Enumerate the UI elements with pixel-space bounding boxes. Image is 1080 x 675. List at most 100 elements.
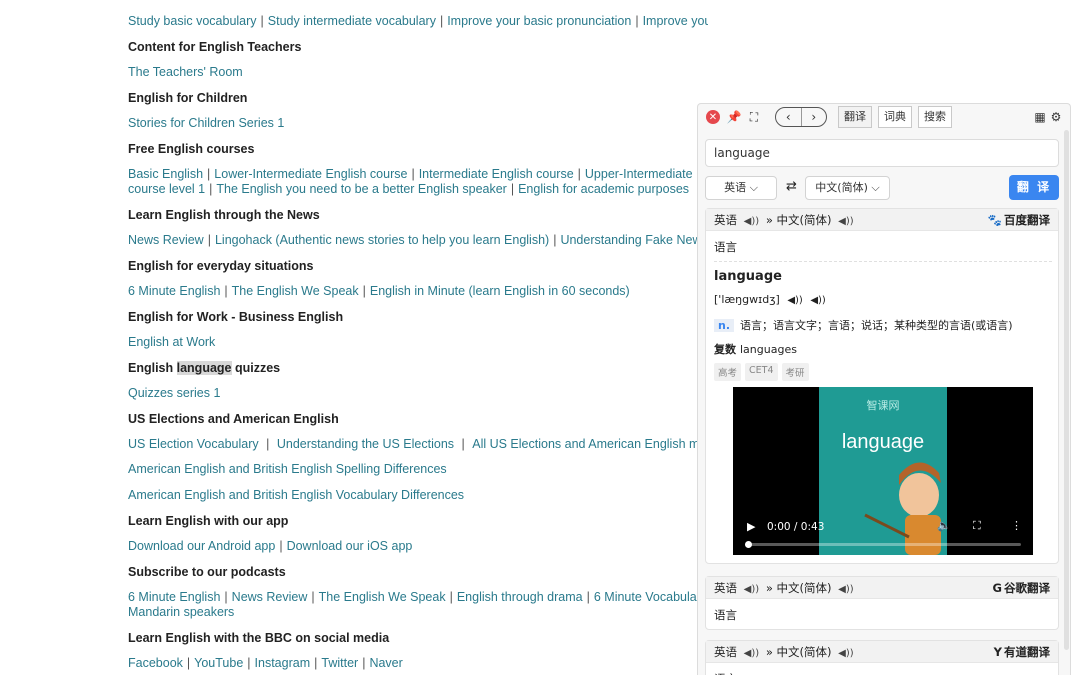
content-link[interactable]: The English We Speak — [232, 284, 359, 298]
content-link[interactable]: Study intermediate vocabulary — [268, 14, 436, 28]
content-link[interactable]: The English We Speak — [319, 590, 446, 604]
exam-tag: CET4 — [745, 363, 778, 381]
content-link[interactable]: English in Minute (learn English in 60 s… — [370, 284, 630, 298]
target-lang-label: 中文(简体) — [776, 213, 832, 227]
provider-label[interactable]: G 谷歌翻译 — [993, 577, 1050, 599]
speaker-icon[interactable]: ◀)) — [744, 216, 760, 227]
link-list: The Teachers' Room — [128, 65, 243, 80]
video-controls: ▶ 0:00 / 0:43 🔈 ⛶ ⋮ — [733, 511, 1033, 555]
exam-tag: 考研 — [781, 363, 809, 381]
link-list: American English and British English Voc… — [128, 488, 464, 503]
expand-icon[interactable]: ⛶ — [746, 109, 762, 125]
content-link[interactable]: Intermediate English course — [419, 167, 574, 181]
content-link[interactable]: Quizzes series 1 — [128, 386, 220, 400]
link-separator: | — [411, 167, 415, 181]
speaker-icon[interactable]: ◀)) — [787, 295, 803, 306]
swap-icon[interactable]: ⇄ — [786, 179, 797, 194]
content-link[interactable]: English at Work — [128, 335, 215, 349]
section-heading: Subscribe to our podcasts — [128, 565, 286, 579]
link-separator: | — [224, 284, 228, 298]
speaker-icon[interactable]: ◀)) — [838, 216, 854, 227]
arrow-label: » — [765, 213, 773, 227]
target-lang-label: 中文(简体) — [776, 645, 832, 659]
provider-name: 百度翻译 — [1004, 213, 1050, 227]
more-options-icon[interactable]: ⋮ — [1011, 519, 1022, 532]
speaker-icon[interactable]: ◀)) — [838, 584, 854, 595]
tab-search[interactable]: 搜索 — [918, 106, 952, 128]
content-link[interactable]: 6 Minute English — [128, 590, 220, 604]
chevron-right-icon[interactable]: › — [802, 108, 827, 126]
link-separator: | — [510, 182, 515, 196]
content-link[interactable]: News Review — [128, 233, 204, 247]
heading-text: English — [128, 361, 177, 375]
link-list: Facebook | YouTube | Instagram | Twitter | Naver — [128, 656, 403, 671]
content-link[interactable]: News Review — [232, 590, 308, 604]
content-link[interactable]: Study basic vocabulary — [128, 14, 257, 28]
close-icon[interactable]: ✕ — [706, 110, 720, 124]
content-link[interactable]: Facebook — [128, 656, 183, 670]
content-link[interactable]: Mandarin speakers — [128, 605, 234, 619]
section-heading: US Elections and American English — [128, 412, 339, 426]
speaker-icon[interactable]: ◀)) — [810, 295, 826, 306]
popup-scrollbar[interactable] — [1064, 130, 1069, 650]
search-input[interactable]: language — [705, 139, 1059, 167]
provider-label[interactable]: Y 有道翻译 — [994, 641, 1050, 663]
translate-button[interactable]: 翻 译 — [1009, 175, 1059, 200]
content-link[interactable]: English for academic purposes — [518, 182, 689, 196]
popup-toolbar: ✕ 📌 ⛶ ‹ › 翻译 词典 搜索 ▦ ⚙ — [698, 104, 1070, 130]
provider-label[interactable]: 🐾 百度翻译 — [988, 209, 1050, 231]
play-icon[interactable]: ▶ — [747, 520, 755, 533]
content-link[interactable]: Upper-Intermediate Engli — [585, 167, 708, 181]
content-link[interactable]: The Teachers' Room — [128, 65, 243, 79]
grid-icon[interactable]: ▦ — [1032, 109, 1048, 125]
video-progress-handle[interactable] — [745, 541, 752, 548]
pin-icon[interactable]: 📌 — [726, 109, 742, 125]
link-separator: | — [186, 656, 191, 670]
content-link[interactable]: Understanding Fake News — [560, 233, 707, 247]
link-separator: | — [207, 167, 211, 181]
content-link[interactable]: US Election Vocabulary — [128, 437, 259, 451]
exam-tag: 高考 — [714, 363, 742, 381]
source-language-select[interactable]: 英语 ⌵ — [705, 176, 777, 200]
pronunciation-video[interactable]: 智课网 language ▶ 0:00 / 0:43 🔈 ⛶ ⋮ — [733, 387, 1033, 555]
fullscreen-icon[interactable]: ⛶ — [973, 519, 981, 533]
chevron-left-icon[interactable]: ‹ — [776, 108, 802, 126]
link-separator: | — [362, 656, 366, 670]
translation-popup: ✕ 📌 ⛶ ‹ › 翻译 词典 搜索 ▦ ⚙ language 英语 ⌵ ⇄ 中… — [697, 103, 1071, 675]
content-link[interactable]: 6 Minute Vocabulary — [594, 590, 707, 604]
content-link[interactable]: Stories for Children Series 1 — [128, 116, 284, 130]
content-link[interactable]: The English you need to be a better Engl… — [216, 182, 506, 196]
content-link[interactable]: YouTube — [194, 656, 243, 670]
content-link[interactable]: 6 Minute English — [128, 284, 220, 298]
content-link[interactable]: Basic English — [128, 167, 203, 181]
section-heading: English for Children — [128, 91, 248, 105]
content-link[interactable]: Understanding the US Elections — [277, 437, 454, 451]
paw-icon: 🐾 — [987, 213, 1002, 227]
content-link[interactable]: American English and British English Spe… — [128, 462, 447, 476]
content-link[interactable]: Improve your intermediate pronunciation — [643, 14, 708, 28]
content-link[interactable]: Download our Android app — [128, 539, 275, 553]
tab-dictionary[interactable]: 词典 — [878, 106, 912, 128]
content-link[interactable]: Improve your basic pronunciation — [447, 14, 631, 28]
content-link[interactable]: Instagram — [255, 656, 311, 670]
video-progress-track[interactable] — [745, 543, 1021, 546]
content-link[interactable]: course level 1 — [128, 182, 205, 196]
link-separator: | — [577, 167, 581, 181]
link-list: American English and British English Spe… — [128, 462, 447, 477]
gear-icon[interactable]: ⚙ — [1048, 109, 1064, 125]
content-link[interactable]: Twitter — [321, 656, 358, 670]
speaker-icon[interactable]: ◀)) — [744, 584, 760, 595]
content-link[interactable]: Naver — [369, 656, 402, 670]
content-link[interactable]: English through drama — [457, 590, 583, 604]
speaker-icon[interactable]: ◀)) — [838, 648, 854, 659]
content-link[interactable]: Download our iOS app — [287, 539, 413, 553]
target-language-select[interactable]: 中文(简体) ⌵ — [805, 176, 890, 200]
content-link[interactable]: All US Elections and American English ma… — [472, 437, 708, 451]
content-link[interactable]: Lingohack (Authentic news stories to hel… — [215, 233, 549, 247]
content-link[interactable]: Lower-Intermediate English course — [214, 167, 407, 181]
volume-icon[interactable]: 🔈 — [937, 519, 951, 532]
content-link[interactable]: American English and British English Voc… — [128, 488, 464, 502]
speaker-icon[interactable]: ◀)) — [744, 648, 760, 659]
tab-translate[interactable]: 翻译 — [838, 106, 872, 128]
link-separator: | — [449, 590, 453, 604]
